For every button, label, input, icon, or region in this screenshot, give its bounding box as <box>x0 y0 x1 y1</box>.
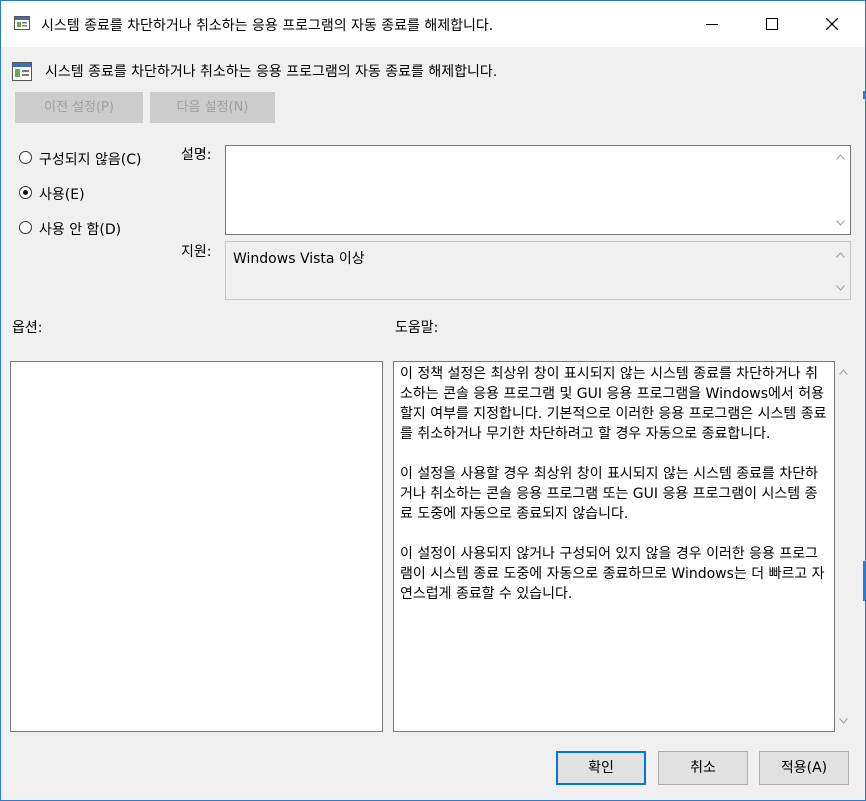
options-label: 옵션: <box>12 320 43 336</box>
window-title: 시스템 종료를 차단하거나 취소하는 응용 프로그램의 자동 종료를 해제합니다… <box>41 18 494 34</box>
maximize-button[interactable] <box>743 1 801 47</box>
help-panel[interactable]: 이 정책 설정은 최상위 창이 표시되지 않는 시스템 종료를 차단하거나 취소… <box>393 361 835 732</box>
scroll-down-icon[interactable] <box>839 718 848 724</box>
help-paragraph: 이 설정이 사용되지 않거나 구성되어 있지 않을 경우 이러한 응용 프로그램… <box>400 546 825 602</box>
supported-field: Windows Vista 이상 <box>225 241 851 300</box>
help-label: 도움말: <box>395 320 439 336</box>
scroll-up-icon[interactable] <box>836 252 845 258</box>
previous-setting-button[interactable]: 이전 설정(P) <box>15 92 143 123</box>
scroll-up-icon[interactable] <box>839 369 848 375</box>
ok-button[interactable]: 확인 <box>556 751 646 785</box>
radio-circle <box>19 151 32 164</box>
help-paragraph: 이 설정을 사용할 경우 최상위 창이 표시되지 않는 시스템 종료를 차단하거… <box>400 466 819 522</box>
background-window-edge <box>863 561 865 601</box>
help-paragraph: 이 정책 설정은 최상위 창이 표시되지 않는 시스템 종료를 차단하거나 취소… <box>400 366 827 442</box>
close-icon <box>826 18 838 30</box>
comment-label: 설명: <box>181 147 212 163</box>
comment-textarea[interactable] <box>225 145 851 235</box>
background-window-edge <box>863 91 865 99</box>
title-bar[interactable]: 시스템 종료를 차단하거나 취소하는 응용 프로그램의 자동 종료를 해제합니다… <box>1 1 865 47</box>
supported-label: 지원: <box>181 244 212 260</box>
radio-label: 구성되지 않음(C) <box>39 152 142 168</box>
help-scrollbar[interactable] <box>835 361 851 732</box>
maximize-icon <box>766 18 778 30</box>
help-text: 이 정책 설정은 최상위 창이 표시되지 않는 시스템 종료를 차단하거나 취소… <box>400 364 828 624</box>
scroll-down-icon[interactable] <box>836 285 845 291</box>
minimize-icon <box>706 24 718 25</box>
radio-label: 사용 안 함(D) <box>39 222 122 238</box>
supported-value: Windows Vista 이상 <box>233 251 365 267</box>
next-setting-button[interactable]: 다음 설정(N) <box>150 92 275 123</box>
apply-button[interactable]: 적용(A) <box>759 751 849 785</box>
policy-title: 시스템 종료를 차단하거나 취소하는 응용 프로그램의 자동 종료를 해제합니다… <box>45 64 498 80</box>
radio-circle <box>19 221 32 234</box>
minimize-button[interactable] <box>683 1 741 47</box>
scroll-down-icon[interactable] <box>836 220 845 226</box>
policy-app-icon <box>14 15 30 31</box>
radio-label: 사용(E) <box>39 187 85 203</box>
radio-selected-dot <box>23 190 28 195</box>
radio-circle <box>19 186 32 199</box>
cancel-button[interactable]: 취소 <box>658 751 748 785</box>
policy-dialog-window: 시스템 종료를 차단하거나 취소하는 응용 프로그램의 자동 종료를 해제합니다… <box>0 0 866 801</box>
policy-setting-icon <box>12 60 32 82</box>
options-panel[interactable] <box>10 361 383 732</box>
scroll-up-icon[interactable] <box>836 154 845 160</box>
close-button[interactable] <box>803 1 861 47</box>
